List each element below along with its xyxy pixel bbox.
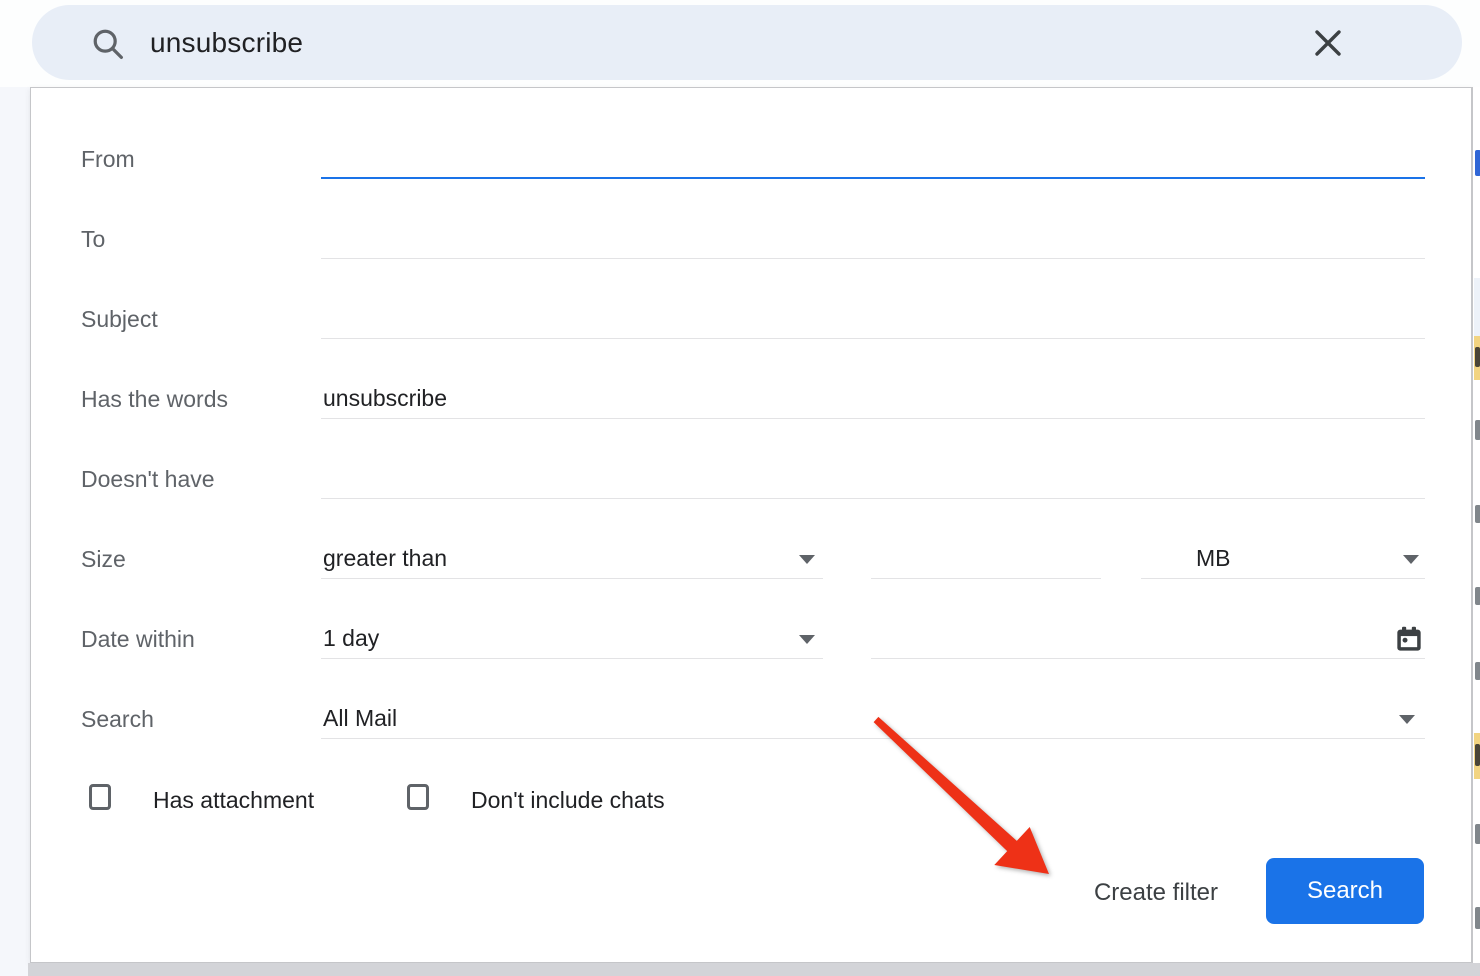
row-to: To [31,219,1471,259]
doesnt-have-input[interactable] [321,459,1425,499]
chevron-down-icon[interactable] [1403,555,1419,564]
background-text-fragment [1475,824,1480,844]
row-size: Size greater than MB [31,539,1471,579]
chevron-down-icon[interactable] [799,635,815,644]
background-text-fragment [1475,150,1480,176]
search-icon[interactable] [90,26,128,64]
search-filter-panel: From To Subject Has the words unsubscrib… [30,87,1472,963]
calendar-icon[interactable] [1395,625,1423,653]
dont-include-chats-label[interactable]: Don't include chats [471,780,665,820]
row-doesnt-have: Doesn't have [31,459,1471,499]
date-range-select[interactable]: 1 day [321,619,823,659]
doesnt-have-label: Doesn't have [81,459,215,499]
gmail-search-bar[interactable]: unsubscribe [32,5,1462,80]
size-label: Size [81,539,126,579]
search-button[interactable]: Search [1266,858,1424,924]
from-label: From [81,139,135,179]
background-text-fragment [1475,587,1480,605]
background-text-fragment [1475,662,1480,680]
search-input[interactable]: unsubscribe [150,5,303,80]
date-within-label: Date within [81,619,195,659]
size-value-input[interactable] [871,539,1101,579]
subject-label: Subject [81,299,158,339]
has-attachment-label[interactable]: Has attachment [153,780,314,820]
size-unit-select[interactable]: MB [1141,539,1425,579]
has-words-label: Has the words [81,379,228,419]
chevron-down-icon[interactable] [799,555,815,564]
row-has-words: Has the words unsubscribe [31,379,1471,419]
background-text-fragment [1475,505,1480,523]
chevron-down-icon[interactable] [1399,715,1415,724]
search-scope-select[interactable]: All Mail [321,699,1425,739]
background-row-fragment [1474,278,1480,336]
background-text-fragment [1475,907,1480,929]
row-search-scope: Search All Mail [31,699,1471,739]
background-text-fragment [1475,347,1480,367]
to-label: To [81,219,105,259]
background-window-sliver [1472,87,1480,963]
background-window-bottom [28,963,1480,976]
background-text-fragment [1475,420,1480,440]
size-operator-select[interactable]: greater than [321,539,823,579]
subject-input[interactable] [321,299,1425,339]
dont-include-chats-checkbox[interactable] [407,784,429,810]
from-input[interactable] [321,139,1425,179]
has-words-input[interactable]: unsubscribe [321,379,1425,419]
has-attachment-checkbox[interactable] [89,784,111,810]
to-input[interactable] [321,219,1425,259]
search-scope-label: Search [81,699,154,739]
row-from: From [31,139,1471,179]
close-icon[interactable] [1310,25,1346,61]
background-text-fragment [1475,744,1480,766]
create-filter-button[interactable]: Create filter [1056,861,1256,925]
date-value-input[interactable] [871,619,1425,659]
row-date-within: Date within 1 day [31,619,1471,659]
row-subject: Subject [31,299,1471,339]
row-checkboxes: Has attachment Don't include chats [31,780,1471,820]
